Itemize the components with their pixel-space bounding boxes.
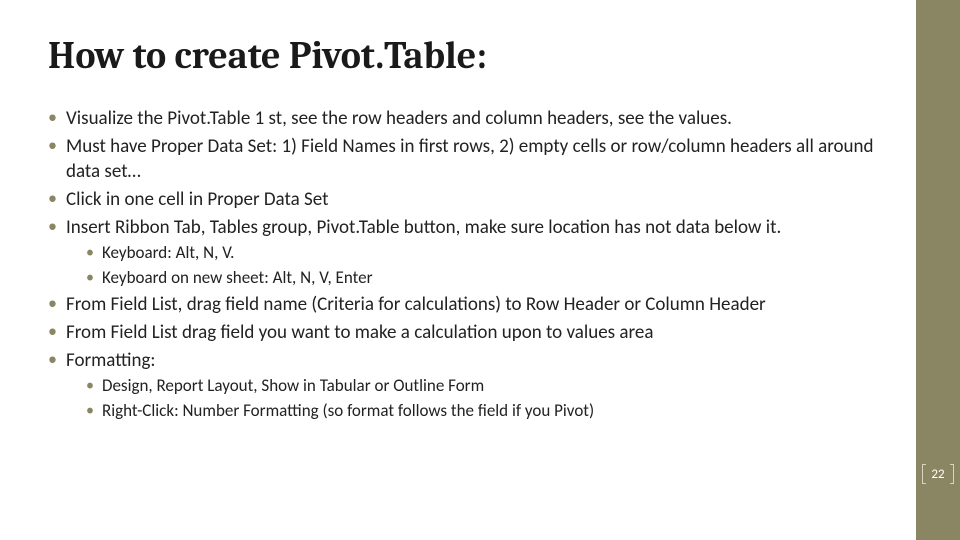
bracket-left-icon: [922, 464, 926, 484]
bullet-text: Keyboard: Alt, N, V.: [102, 242, 234, 263]
bullet-text: Visualize the Pivot.Table 1 st, see the …: [66, 107, 732, 130]
slide: 22 How to create Pivot.Table: Visualize …: [0, 0, 960, 540]
list-item: Formatting: Design, Report Layout, Show …: [48, 348, 896, 422]
list-item: Keyboard on new sheet: Alt, N, V, Enter: [86, 267, 896, 289]
bullet-list: Visualize the Pivot.Table 1 st, see the …: [48, 106, 896, 422]
sidebar-accent: 22: [916, 0, 960, 540]
bullet-text: Right-Click: Number Formatting (so forma…: [102, 400, 594, 421]
list-item: Must have Proper Data Set: 1) Field Name…: [48, 134, 896, 184]
list-item: Visualize the Pivot.Table 1 st, see the …: [48, 106, 896, 131]
list-item: From Field List, drag field name (Criter…: [48, 292, 896, 317]
list-item: Design, Report Layout, Show in Tabular o…: [86, 375, 896, 397]
list-item: Insert Ribbon Tab, Tables group, Pivot.T…: [48, 215, 896, 289]
page-number: 22: [929, 467, 946, 482]
sub-bullet-list: Design, Report Layout, Show in Tabular o…: [86, 375, 896, 422]
list-item: From Field List drag field you want to m…: [48, 320, 896, 345]
slide-title: How to create Pivot.Table:: [48, 36, 896, 78]
bullet-text: Click in one cell in Proper Data Set: [66, 188, 328, 211]
list-item: Click in one cell in Proper Data Set: [48, 187, 896, 212]
bullet-text: From Field List, drag field name (Criter…: [66, 293, 766, 316]
list-item: Keyboard: Alt, N, V.: [86, 242, 896, 264]
sub-bullet-list: Keyboard: Alt, N, V. Keyboard on new she…: [86, 242, 896, 289]
list-item: Right-Click: Number Formatting (so forma…: [86, 400, 896, 422]
bullet-text: Formatting:: [66, 349, 156, 372]
bullet-text: Design, Report Layout, Show in Tabular o…: [102, 375, 484, 396]
slide-content: How to create Pivot.Table: Visualize the…: [0, 0, 916, 540]
bracket-right-icon: [950, 464, 954, 484]
bullet-text: Insert Ribbon Tab, Tables group, Pivot.T…: [66, 216, 781, 239]
bullet-text: Must have Proper Data Set: 1) Field Name…: [66, 135, 874, 183]
page-number-badge: 22: [922, 464, 954, 484]
bullet-text: Keyboard on new sheet: Alt, N, V, Enter: [102, 267, 373, 288]
bullet-text: From Field List drag field you want to m…: [66, 321, 653, 344]
